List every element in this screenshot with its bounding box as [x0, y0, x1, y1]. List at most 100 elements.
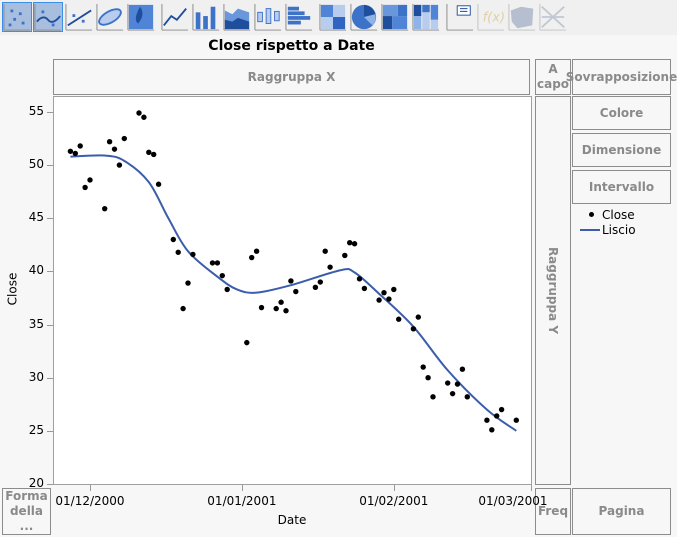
y-tick-label: 55 [28, 103, 44, 118]
data-point[interactable] [67, 148, 74, 154]
data-point[interactable] [498, 406, 505, 413]
data-point[interactable] [175, 249, 181, 255]
data-point[interactable] [445, 380, 451, 386]
data-point[interactable] [415, 314, 421, 320]
data-point[interactable] [391, 286, 397, 293]
data-point[interactable] [278, 299, 284, 305]
legend-item-smoother[interactable]: Liscio [580, 222, 636, 237]
data-point[interactable] [82, 184, 88, 191]
data-point[interactable] [317, 279, 323, 285]
y-tick-mark [47, 484, 53, 485]
caption-box-icon[interactable] [445, 2, 475, 32]
data-point[interactable] [396, 316, 402, 322]
line-of-fit-icon[interactable] [64, 2, 94, 32]
data-point[interactable] [356, 276, 363, 282]
data-point[interactable] [430, 394, 436, 400]
data-point[interactable] [77, 143, 83, 149]
data-point[interactable] [361, 285, 368, 292]
data-point[interactable] [327, 264, 333, 270]
data-point[interactable] [312, 284, 319, 291]
data-point[interactable] [87, 177, 93, 183]
data-point[interactable] [219, 272, 225, 279]
x-tick-mark [531, 485, 532, 491]
x-axis-label[interactable]: Date [270, 513, 314, 527]
data-point[interactable] [180, 305, 186, 312]
size-zone[interactable]: Dimensione [572, 133, 671, 167]
interval-zone[interactable]: Intervallo [572, 170, 671, 204]
data-point[interactable] [258, 304, 265, 311]
histogram-icon[interactable] [284, 2, 314, 32]
ellipse-icon[interactable] [95, 2, 125, 32]
box-plot-icon[interactable] [253, 2, 283, 32]
data-point[interactable] [449, 390, 456, 397]
legend[interactable]: Close Liscio [580, 207, 636, 237]
data-point[interactable] [459, 366, 466, 372]
data-point[interactable] [454, 381, 461, 387]
data-point[interactable] [141, 114, 147, 120]
data-point[interactable] [151, 151, 157, 158]
data-point[interactable] [170, 236, 176, 243]
data-point[interactable] [322, 248, 328, 254]
data-point[interactable] [253, 248, 260, 254]
data-point[interactable] [347, 239, 353, 246]
data-point[interactable] [288, 278, 294, 284]
y-tick-label: 45 [28, 210, 44, 225]
data-point[interactable] [249, 254, 255, 261]
shape-zone[interactable]: Forma della ... [2, 488, 51, 535]
data-point[interactable] [106, 139, 113, 145]
data-point[interactable] [190, 251, 196, 258]
data-point[interactable] [376, 297, 382, 303]
data-point[interactable] [224, 286, 230, 293]
data-point[interactable] [494, 413, 500, 419]
page-zone[interactable]: Pagina [572, 488, 671, 535]
data-point[interactable] [484, 417, 490, 423]
data-point[interactable] [244, 339, 250, 346]
contour-icon[interactable] [126, 2, 156, 32]
graph-title[interactable]: Close rispetto a Date [53, 38, 530, 54]
pie-chart-icon[interactable] [349, 2, 379, 32]
data-point[interactable] [273, 305, 279, 312]
overlay-zone[interactable]: Sovrapposizione [566, 59, 677, 95]
y-axis-label[interactable]: Close [5, 273, 19, 306]
line-chart-icon[interactable] [160, 2, 190, 32]
parallel-icon[interactable] [538, 2, 568, 32]
data-point[interactable] [102, 205, 108, 212]
data-point[interactable] [489, 427, 495, 433]
data-point[interactable] [410, 326, 417, 332]
treemap-icon[interactable] [380, 2, 410, 32]
data-point[interactable] [136, 110, 142, 116]
data-point[interactable] [513, 417, 519, 423]
data-point[interactable] [425, 374, 431, 381]
data-point[interactable] [214, 260, 221, 266]
data-point[interactable] [351, 241, 358, 247]
data-point[interactable] [146, 149, 152, 156]
plot-area[interactable] [53, 96, 532, 485]
data-point[interactable] [420, 364, 426, 370]
smoother-icon[interactable] [33, 2, 63, 32]
points-icon[interactable] [2, 2, 32, 32]
formula-icon[interactable]: f(x) [476, 2, 506, 32]
group-y-zone[interactable]: Raggruppa Y [535, 96, 571, 485]
data-point[interactable] [155, 181, 162, 187]
data-point[interactable] [72, 150, 78, 157]
data-point[interactable] [293, 288, 299, 295]
data-point[interactable] [116, 162, 123, 168]
data-point[interactable] [381, 289, 387, 296]
color-zone[interactable]: Colore [572, 96, 671, 130]
smoother-line[interactable] [70, 154, 517, 432]
area-chart-icon[interactable] [222, 2, 252, 32]
legend-item-points[interactable]: Close [580, 207, 636, 222]
data-point[interactable] [121, 135, 128, 142]
data-point[interactable] [386, 296, 392, 302]
heatmap-icon[interactable] [318, 2, 348, 32]
data-point[interactable] [111, 146, 118, 152]
data-point[interactable] [209, 260, 216, 266]
data-point[interactable] [342, 252, 348, 259]
data-point[interactable] [185, 280, 191, 286]
data-point[interactable] [464, 394, 470, 400]
mosaic-icon[interactable] [411, 2, 441, 32]
bar-chart-icon[interactable] [191, 2, 221, 32]
group-x-zone[interactable]: Raggruppa X [53, 59, 530, 95]
data-point[interactable] [283, 308, 289, 314]
map-shapes-icon[interactable] [507, 2, 537, 32]
